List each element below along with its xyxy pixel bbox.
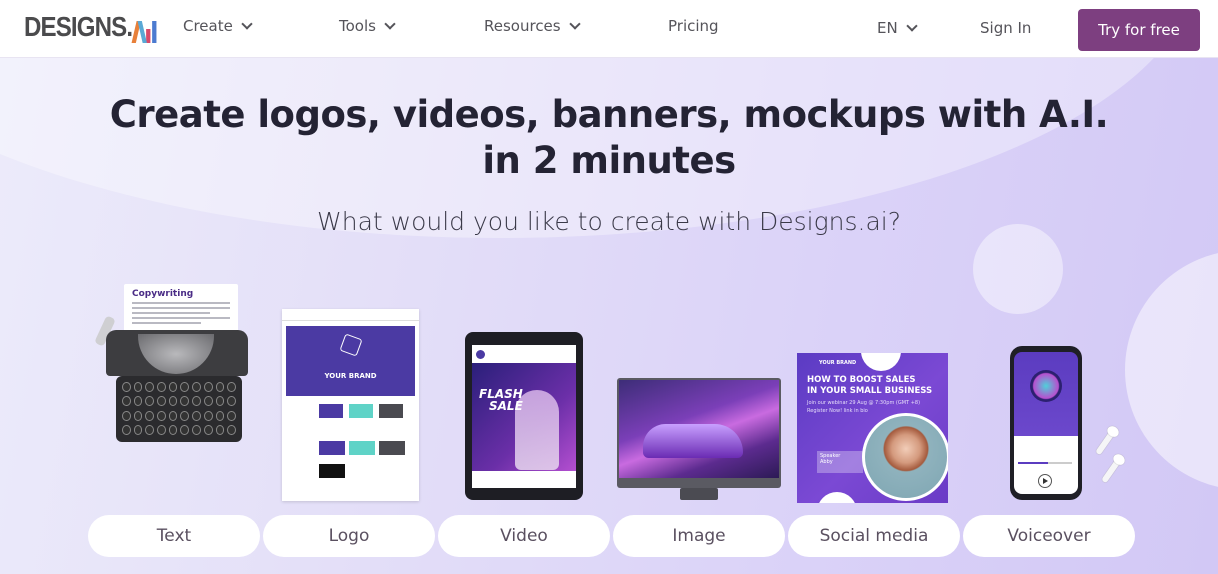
hero-title-line2: in 2 minutes (482, 139, 736, 182)
category-logo[interactable]: Logo (263, 515, 435, 557)
decorative-circle (817, 492, 857, 503)
color-swatch (379, 404, 403, 418)
designs-ai-logo[interactable]: DESIGNS. (24, 11, 158, 43)
category-selector: Text Logo Video Image Social media Voice… (88, 515, 1135, 557)
nav-create[interactable]: Create (183, 17, 253, 35)
nav-tools[interactable]: Tools (339, 17, 396, 35)
logo-brand-sheet-illustration[interactable]: YOUR BRAND (282, 309, 419, 501)
social-media-post-illustration[interactable]: YOUR BRAND HOW TO BOOST SALES IN YOUR SM… (797, 353, 948, 503)
nav-tools-label: Tools (339, 17, 376, 35)
text-line (132, 307, 230, 309)
hero-subtitle: What would you like to create with Desig… (317, 207, 901, 236)
logo-ai-mark (131, 21, 158, 43)
logo-variant (349, 441, 375, 455)
sheet-header (282, 309, 419, 321)
logo-variant (379, 441, 405, 455)
text-line (132, 322, 201, 324)
category-voiceover[interactable]: Voiceover (963, 515, 1135, 557)
sports-car-image (643, 424, 743, 458)
language-label: EN (877, 19, 898, 37)
text-line (132, 302, 230, 304)
brand-text: YOUR BRAND (324, 372, 377, 380)
gem-logo-icon (339, 333, 363, 357)
decorative-circle (1125, 250, 1218, 490)
nav-create-label: Create (183, 17, 233, 35)
microphone-icon (1030, 370, 1062, 402)
social-brand: YOUR BRAND (819, 360, 857, 366)
category-video[interactable]: Video (438, 515, 610, 557)
nav-pricing[interactable]: Pricing (668, 17, 719, 35)
nav-pricing-label: Pricing (668, 17, 719, 35)
chevron-down-icon (241, 18, 253, 30)
top-navbar: DESIGNS. Create Tools Resources Pricing … (0, 0, 1218, 58)
chevron-down-icon (384, 18, 396, 30)
social-headline: HOW TO BOOST SALES IN YOUR SMALL BUSINES… (807, 375, 932, 397)
text-line (132, 317, 230, 319)
decorative-circle (973, 224, 1063, 314)
sign-in-link[interactable]: Sign In (980, 19, 1031, 37)
audio-progress-fill (1018, 462, 1048, 464)
chevron-down-icon (906, 20, 918, 32)
speaker-card: Speaker Abby (817, 451, 863, 473)
headline-line1: HOW TO BOOST SALES (807, 375, 916, 385)
sign-in-label: Sign In (980, 19, 1032, 37)
category-social-media[interactable]: Social media (788, 515, 960, 557)
play-icon (1038, 474, 1052, 488)
try-for-free-button[interactable]: Try for free (1078, 9, 1200, 51)
logo-text: DESIGNS. (24, 11, 133, 42)
avatar (476, 350, 485, 359)
hero-title-line1: Create logos, videos, banners, mockups w… (109, 93, 1109, 136)
logo-stripe (151, 21, 157, 43)
nav-resources[interactable]: Resources (484, 17, 581, 35)
headline-line2: SALE (489, 399, 523, 413)
color-swatch (319, 404, 343, 418)
category-text[interactable]: Text (88, 515, 260, 557)
typewriter-keyboard (116, 376, 242, 442)
text-line (132, 312, 211, 314)
logo-variant (319, 441, 345, 455)
speaker-name: Abby (820, 459, 833, 465)
category-image[interactable]: Image (613, 515, 785, 557)
logo-variant (319, 464, 345, 478)
paper-heading: Copywriting (132, 289, 194, 299)
monitor-stand (680, 488, 718, 500)
language-selector[interactable]: EN (877, 19, 918, 37)
flash-sale-headline: FLASH SALE (479, 388, 523, 412)
decorative-circle (861, 353, 901, 371)
headline-line2: IN YOUR SMALL BUSINESS (807, 386, 933, 396)
color-swatch (349, 404, 373, 418)
hero-title: Create logos, videos, banners, mockups w… (0, 92, 1218, 184)
nav-resources-label: Resources (484, 17, 561, 35)
speaker-photo (862, 413, 948, 501)
chevron-down-icon (568, 18, 581, 30)
brand-banner: YOUR BRAND (286, 326, 415, 396)
